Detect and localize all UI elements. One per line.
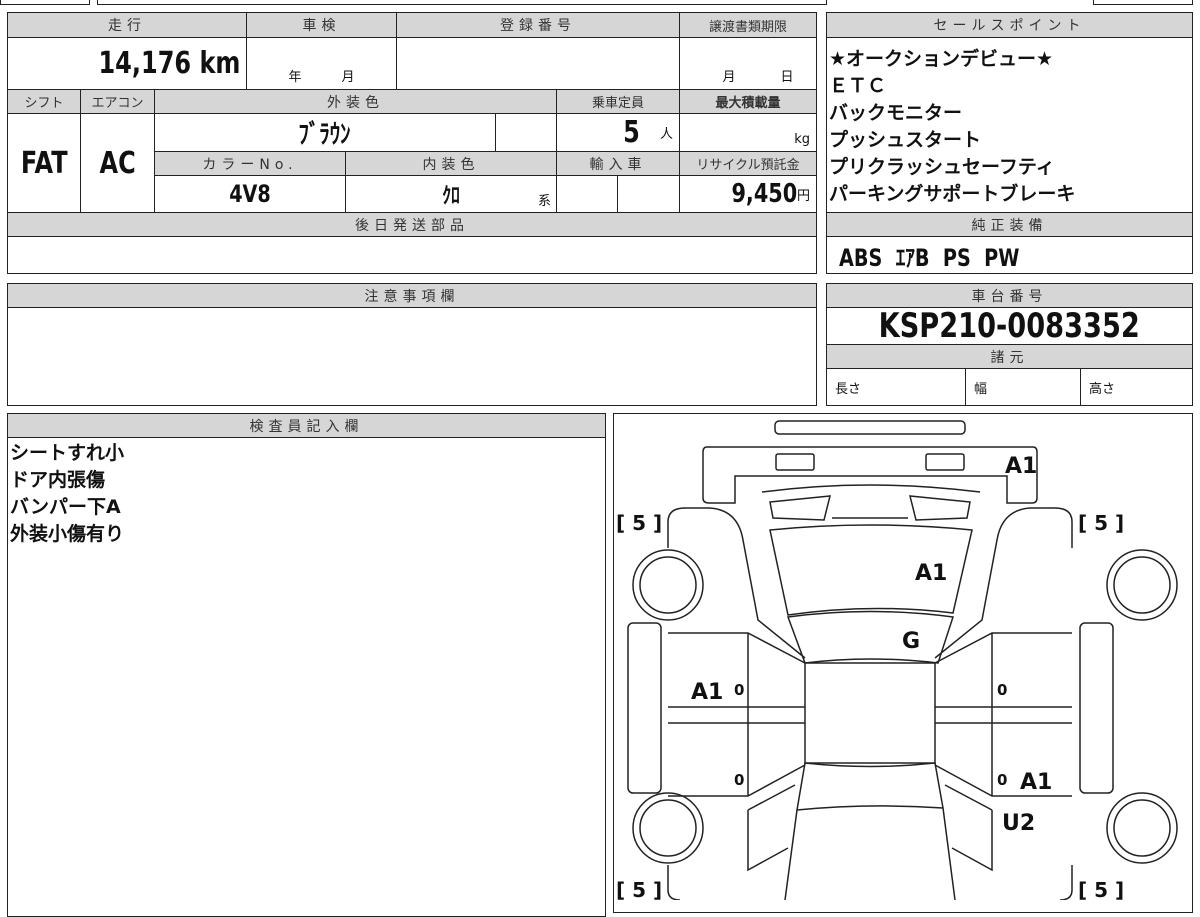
grille-shape [761,484,981,521]
mark-right-rear-fender: U2 [1002,811,1035,836]
notes-value [7,307,817,406]
spec-length: 長さ [826,368,966,406]
sales-point-item: プリクラッシュセーフティ [829,156,1055,178]
import-label: 輸入車 [556,151,680,176]
registration-value [396,37,680,90]
aircon-label: エアコン [80,89,155,114]
lf-door-num: 0 [734,681,744,699]
chassis-number: KSP210-0083352 [826,307,1193,345]
sales-points-list: ★オークションデビュー★ ＥＴＣ バックモニター プッシュスタート プリクラッシ… [826,37,1193,213]
inspection-value: 年月 [246,37,397,90]
right-sill [1079,622,1114,794]
rr-door-num: 0 [997,771,1007,789]
top-strip-cell [0,0,90,5]
mark-front-bumper: A1 [1005,454,1037,479]
exterior-color-label: 外装色 [154,89,557,114]
sales-point-item: プッシュスタート [829,129,982,151]
sales-point-item: バックモニター [829,102,963,124]
capacity-value: 5人 [556,113,680,152]
mark-roof-front: G [902,629,920,654]
tire-front-right: [ 5 ] [1078,511,1124,535]
equipment-value: ABS ｴｱB PS PW [826,236,1193,274]
inspector-note: バンパー下A [10,496,121,518]
lr-door-num: 0 [734,771,744,789]
rf-door-num: 0 [997,681,1007,699]
tire-front-left: [ 5 ] [616,511,662,535]
mileage-label: 走行 [7,12,247,38]
wheel-front-left [639,556,697,614]
rear-fender-shape [667,784,1073,900]
inspection-label: 車検 [246,12,397,38]
inspector-note: ドア内張傷 [10,469,106,491]
later-parts-value [7,236,817,274]
front-bumper-shape [774,420,966,435]
transfer-deadline-value: 月日 [679,37,817,90]
sales-point-item: パーキングサポートブレーキ [829,183,1076,205]
top-strip-cell [97,0,827,5]
chassis-label: 車台番号 [826,283,1193,308]
left-sill [627,622,662,794]
wheel-front-right [1113,556,1171,614]
recycle-label: リサイクル預託金 [679,151,817,176]
recycle-value: 9,450 円 [679,175,817,213]
top-strip-cell [1093,0,1193,5]
specs-label: 諸元 [826,344,1193,369]
aircon-value: AC [80,113,155,213]
capacity-label: 乗車定員 [556,89,680,114]
max-load-value: kg [679,113,817,152]
mark-left-front-door: A1 [691,680,723,705]
inspector-label: 検査員記入欄 [7,413,606,438]
inspector-note: シートすれ小 [10,442,125,464]
sales-points-label: セールスポイント [826,12,1193,38]
exterior-color-value: ﾌﾞﾗｳﾝ [154,113,496,152]
headlight-right [925,453,965,471]
spec-height: 高さ [1080,368,1193,406]
sales-point-item: ★オークションデビュー★ [829,48,1054,70]
interior-color-value: ｸﾛ系 [345,175,557,213]
roof-front-panel [786,610,954,664]
mark-hood: A1 [915,561,947,586]
front-panel-shape [702,446,1038,504]
shift-value: FAT [7,113,81,213]
roof-panel [804,662,936,764]
later-parts-label: 後日発送部品 [7,212,817,237]
import-value [556,175,618,213]
car-diagram: A1 A1 G A1 A1 U2 0 0 0 0 [ 5 ] [ 5 ] [ 5… [616,420,1178,900]
front-fender-shape [667,507,1073,659]
mileage-value: 14,176 km [7,37,247,90]
trunk-panel [784,762,956,900]
color-no-value: 4V8 [154,175,346,213]
exterior-color-extra [495,113,557,152]
tire-rear-right: [ 5 ] [1078,878,1124,900]
import-value-2 [617,175,680,213]
spec-width: 幅 [965,368,1081,406]
notes-label: 注意事項欄 [7,283,817,308]
color-no-label: カラーNo. [154,151,346,176]
mark-right-rear-door: A1 [1020,770,1052,795]
tire-rear-left: [ 5 ] [616,878,662,900]
inspector-note: 外装小傷有り [10,523,125,545]
shift-label: シフト [7,89,81,114]
interior-color-label: 内装色 [345,151,557,176]
max-load-label: 最大積載量 [679,89,817,114]
sales-point-item: ＥＴＣ [829,75,887,97]
headlight-left [775,453,815,471]
inspector-notes: シートすれ小 ドア内張傷 バンパー下A 外装小傷有り [7,437,606,917]
wheel-rear-left [639,799,697,857]
registration-label: 登録番号 [396,12,680,38]
equipment-label: 純正装備 [826,212,1193,237]
wheel-rear-right [1113,799,1171,857]
transfer-deadline-label: 譲渡書類期限 [679,12,817,38]
